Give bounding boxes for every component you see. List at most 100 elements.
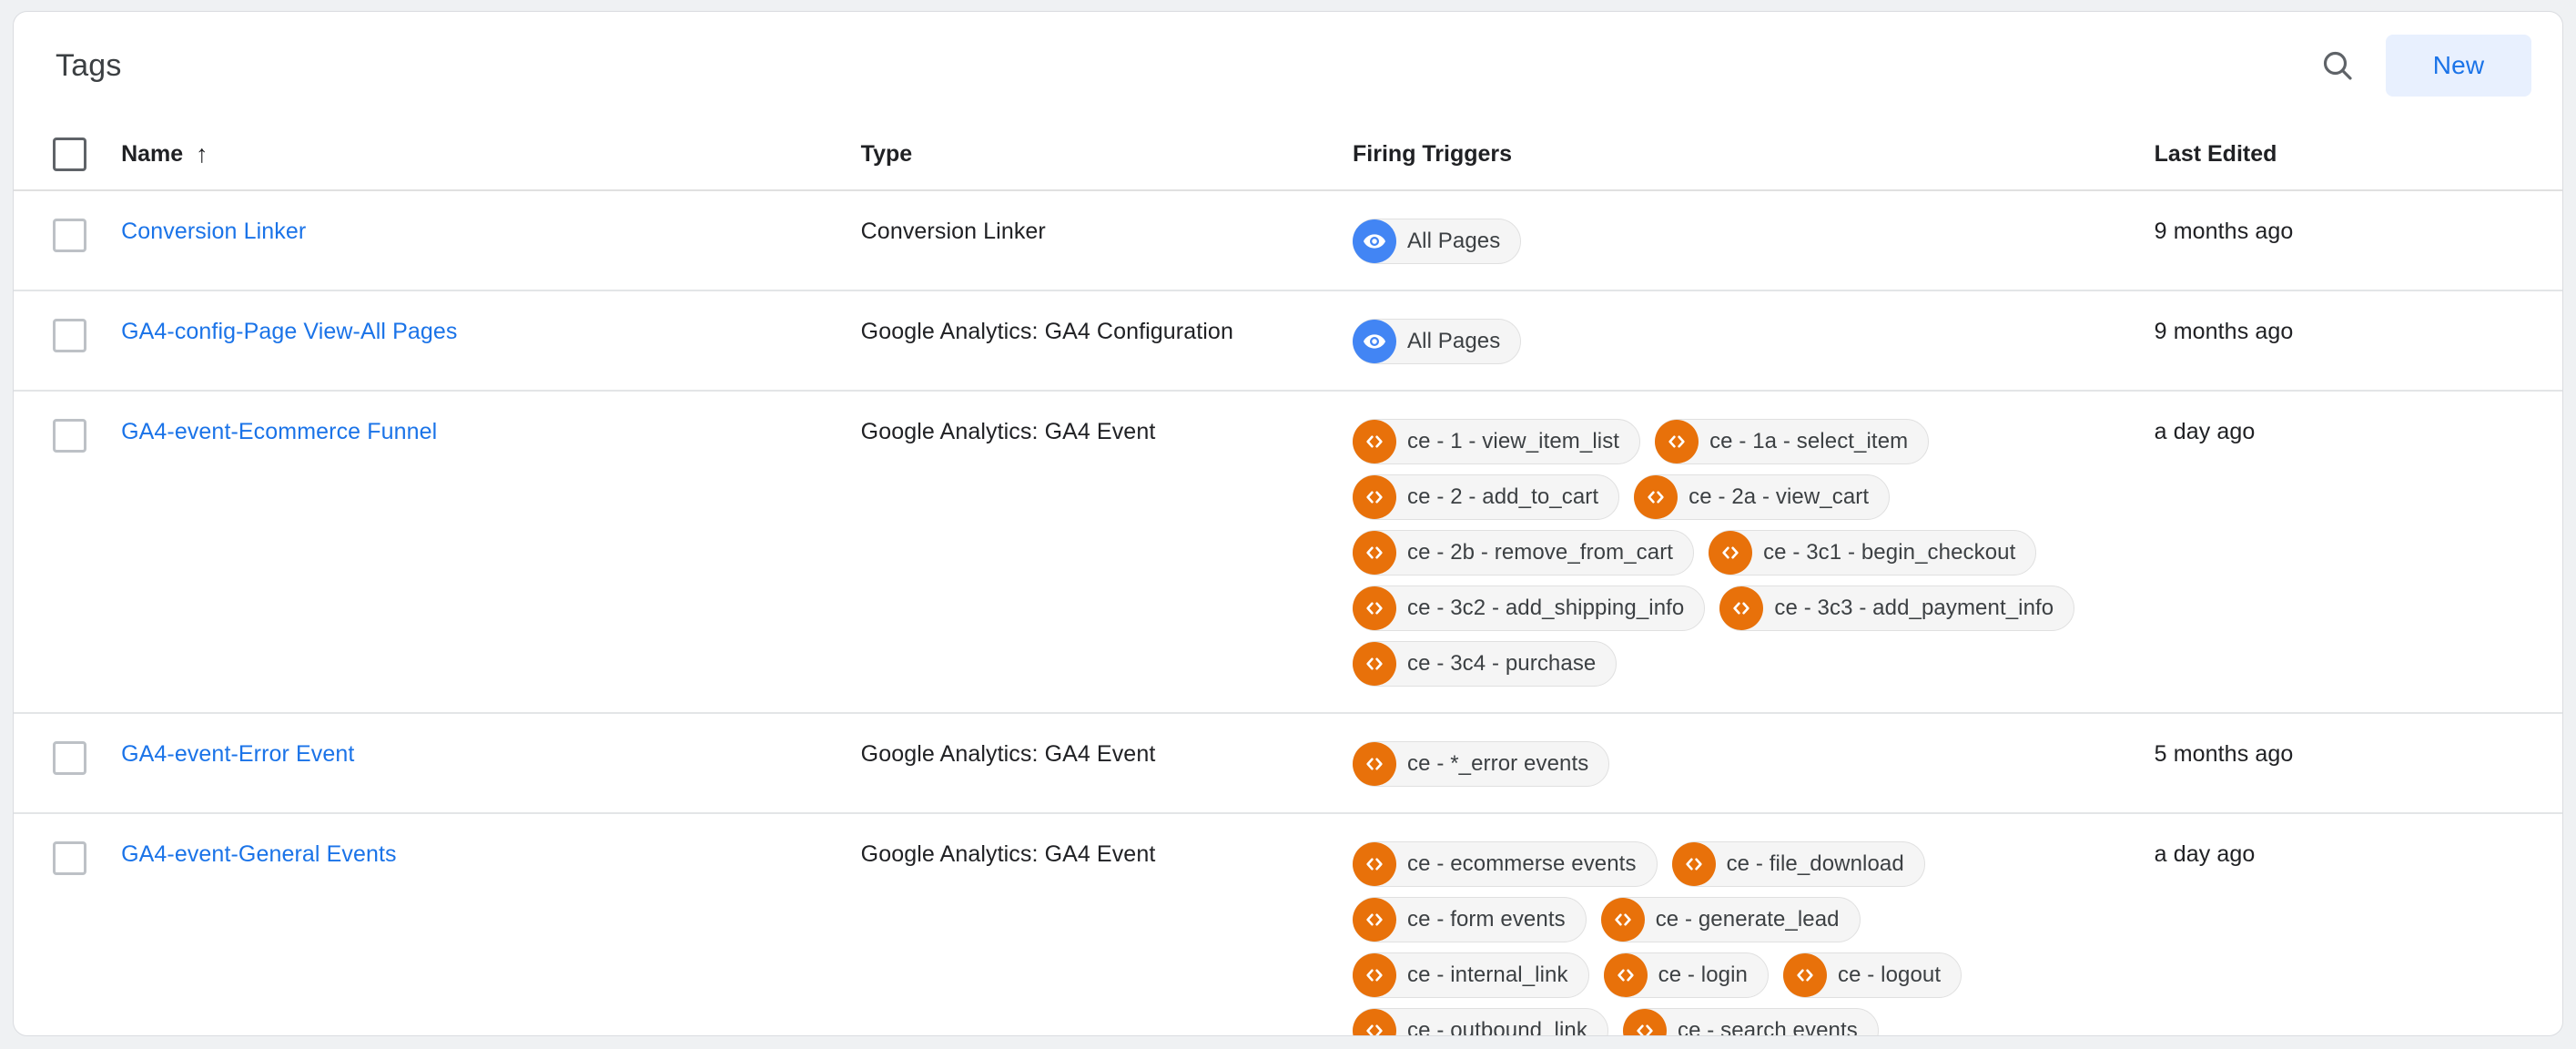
trigger-chip[interactable]: ce - 2b - remove_from_cart: [1353, 530, 1695, 575]
custom-event-trigger-icon: [1719, 586, 1764, 630]
custom-event-trigger-icon: [1782, 953, 1827, 997]
tag-name-cell: GA4-event-General Events: [121, 813, 861, 1035]
search-icon: [2319, 47, 2356, 84]
select-all-header-cell: [14, 119, 122, 191]
column-header-last-edited[interactable]: Last Edited: [2154, 119, 2562, 191]
trigger-chip-label: ce - generate_lead: [1655, 907, 1840, 932]
row-checkbox[interactable]: [53, 219, 86, 252]
firing-triggers-cell: All Pages: [1353, 290, 2155, 392]
select-all-checkbox[interactable]: [53, 137, 86, 171]
tag-name-link[interactable]: GA4-event-Ecommerce Funnel: [121, 419, 437, 444]
trigger-chip[interactable]: ce - 1 - view_item_list: [1353, 419, 1641, 464]
page-title: Tags: [56, 48, 122, 83]
trigger-chip[interactable]: ce - 3c2 - add_shipping_info: [1353, 586, 1706, 631]
row-checkbox[interactable]: [53, 741, 86, 775]
trigger-chip-label: ce - form events: [1407, 907, 1566, 932]
row-checkbox[interactable]: [53, 419, 86, 453]
sort-ascending-icon: ↑: [196, 140, 208, 168]
trigger-chip[interactable]: ce - internal_link: [1353, 952, 1589, 998]
trigger-chip[interactable]: ce - 3c4 - purchase: [1353, 641, 1618, 687]
table-row: GA4-event-General Events Google Analytics…: [14, 813, 2562, 1036]
tag-name-link[interactable]: Conversion Linker: [121, 219, 306, 244]
tag-type-cell: Google Analytics: GA4 Event: [860, 391, 1354, 714]
row-checkbox[interactable]: [53, 319, 86, 352]
last-edited-text: a day ago: [2154, 419, 2256, 444]
row-select-cell: [14, 190, 122, 291]
custom-event-trigger-icon: [1353, 898, 1397, 942]
custom-event-trigger-icon: [1353, 642, 1397, 686]
custom-event-trigger-icon: [1353, 742, 1397, 786]
trigger-chip-list: ce - *_error events: [1353, 741, 2108, 787]
trigger-chip[interactable]: ce - 3c3 - add_payment_info: [1719, 586, 2075, 631]
trigger-chip-label: ce - 1 - view_item_list: [1407, 429, 1620, 453]
custom-event-trigger-icon: [1709, 531, 1753, 575]
card-header: Tags New: [14, 12, 2562, 119]
search-button[interactable]: [2302, 30, 2373, 101]
tag-name-cell: GA4-event-Error Event: [121, 713, 861, 814]
trigger-chip-label: ce - 3c3 - add_payment_info: [1774, 596, 2054, 620]
new-button[interactable]: New: [2386, 35, 2531, 97]
table-body: Conversion Linker Conversion Linker All Pa…: [14, 190, 2562, 1036]
trigger-chip[interactable]: ce - outbound_link: [1353, 1008, 1608, 1035]
trigger-chip-label: ce - internal_link: [1407, 962, 1568, 987]
last-edited-cell: 9 months ago: [2154, 290, 2562, 392]
trigger-chip[interactable]: ce - *_error events: [1353, 741, 1610, 787]
trigger-chip-label: All Pages: [1407, 329, 1501, 353]
column-header-type-label: Type: [860, 141, 913, 167]
trigger-chip[interactable]: ce - login: [1603, 952, 1769, 998]
last-edited-text: 5 months ago: [2154, 741, 2294, 767]
trigger-chip-label: ce - file_download: [1726, 851, 1904, 876]
trigger-chip[interactable]: ce - ecommerse events: [1353, 841, 1658, 887]
last-edited-cell: a day ago: [2154, 391, 2562, 714]
custom-event-trigger-icon: [1353, 420, 1397, 463]
tag-type-cell: Google Analytics: GA4 Configuration: [860, 290, 1354, 392]
tags-table: Name ↑ Type Firing Triggers Last Edited …: [14, 119, 2562, 1036]
column-header-firing-triggers-label: Firing Triggers: [1353, 141, 1513, 167]
trigger-chip-label: ce - 2 - add_to_cart: [1407, 484, 1599, 509]
custom-event-trigger-icon: [1353, 842, 1397, 886]
firing-triggers-cell: ce - 1 - view_item_list ce - 1a - select_…: [1353, 391, 2155, 714]
custom-event-trigger-icon: [1353, 475, 1397, 519]
last-edited-cell: 5 months ago: [2154, 713, 2562, 814]
trigger-chip-label: ce - search events: [1677, 1018, 1858, 1036]
trigger-chip[interactable]: ce - form events: [1353, 897, 1587, 942]
trigger-chip-label: ce - 3c1 - begin_checkout: [1763, 540, 2016, 565]
trigger-chip[interactable]: ce - logout: [1782, 952, 1962, 998]
trigger-chip[interactable]: ce - 1a - select_item: [1655, 419, 1930, 464]
tag-type-cell: Google Analytics: GA4 Event: [860, 713, 1354, 814]
custom-event-trigger-icon: [1622, 1009, 1667, 1035]
custom-event-trigger-icon: [1600, 898, 1645, 942]
tag-type-text: Google Analytics: GA4 Event: [860, 841, 1156, 867]
tag-name-link[interactable]: GA4-event-General Events: [121, 841, 397, 867]
trigger-chip-list: All Pages: [1353, 219, 2108, 264]
trigger-chip-label: ce - 3c4 - purchase: [1407, 651, 1597, 676]
column-header-type[interactable]: Type: [860, 119, 1354, 191]
custom-event-trigger-icon: [1634, 475, 1678, 519]
column-header-name[interactable]: Name ↑: [121, 119, 861, 191]
trigger-chip-list: ce - ecommerse events ce - file_downloadc…: [1353, 841, 2108, 1036]
trigger-chip-label: ce - 1a - select_item: [1709, 429, 1909, 453]
table-row: GA4-event-Error Event Google Analytics: G…: [14, 713, 2562, 814]
table-header-row: Name ↑ Type Firing Triggers Last Edited: [14, 119, 2562, 191]
trigger-chip[interactable]: All Pages: [1353, 219, 1522, 264]
tag-name-link[interactable]: GA4-config-Page View-All Pages: [121, 319, 457, 344]
trigger-chip[interactable]: ce - 2 - add_to_cart: [1353, 474, 1620, 520]
tag-name-cell: GA4-event-Ecommerce Funnel: [121, 391, 861, 714]
trigger-chip[interactable]: ce - search events: [1622, 1008, 1879, 1036]
tag-name-link[interactable]: GA4-event-Error Event: [121, 741, 354, 767]
column-header-firing-triggers[interactable]: Firing Triggers: [1353, 119, 2155, 191]
trigger-chip[interactable]: ce - 3c1 - begin_checkout: [1709, 530, 2037, 575]
custom-event-trigger-icon: [1603, 953, 1648, 997]
tag-type-cell: Conversion Linker: [860, 190, 1354, 291]
trigger-chip[interactable]: ce - file_download: [1671, 841, 1925, 887]
row-checkbox[interactable]: [53, 841, 86, 875]
tag-type-text: Google Analytics: GA4 Event: [860, 419, 1156, 444]
row-select-cell: [14, 813, 122, 1035]
tags-card: Tags New Name ↑ Type Firing Triggers Las…: [13, 11, 2563, 1036]
trigger-chip[interactable]: ce - generate_lead: [1600, 897, 1861, 942]
select-all-wrapper: [14, 137, 121, 171]
pageview-trigger-icon: [1353, 320, 1397, 363]
trigger-chip[interactable]: ce - 2a - view_cart: [1634, 474, 1891, 520]
custom-event-trigger-icon: [1353, 531, 1397, 575]
trigger-chip[interactable]: All Pages: [1353, 319, 1522, 364]
